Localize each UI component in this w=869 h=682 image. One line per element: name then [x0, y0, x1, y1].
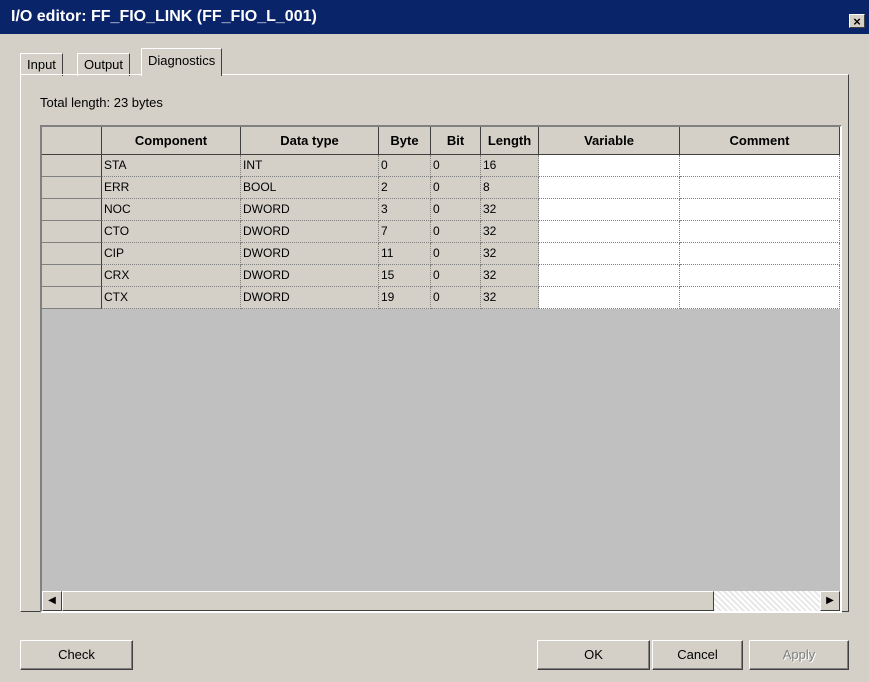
cell-variable[interactable] [539, 155, 680, 177]
column-header-comment[interactable]: Comment [680, 127, 840, 155]
cell-byte: 0 [379, 155, 431, 177]
window-title: I/O editor: FF_FIO_LINK (FF_FIO_L_001) [11, 8, 317, 25]
cell-bit: 0 [431, 243, 481, 265]
grid-corner [42, 127, 102, 155]
cancel-button-label: Cancel [677, 647, 718, 662]
column-header-variable[interactable]: Variable [539, 127, 680, 155]
ok-button-label: OK [584, 647, 603, 662]
cell-comment[interactable] [680, 199, 840, 221]
column-header-length[interactable]: Length [481, 127, 539, 155]
check-button-label: Check [58, 647, 95, 662]
cell-data-type: DWORD [241, 287, 379, 309]
row-header[interactable] [42, 243, 102, 265]
row-header[interactable] [42, 287, 102, 309]
arrow-right-icon: ▶ [826, 595, 834, 606]
cell-component: CTX [102, 287, 241, 309]
cell-data-type: DWORD [241, 243, 379, 265]
row-header[interactable] [42, 177, 102, 199]
cell-byte: 19 [379, 287, 431, 309]
cell-byte: 11 [379, 243, 431, 265]
cell-data-type: INT [241, 155, 379, 177]
cell-variable[interactable] [539, 177, 680, 199]
cell-data-type: BOOL [241, 177, 379, 199]
cell-byte: 7 [379, 221, 431, 243]
cell-bit: 0 [431, 199, 481, 221]
cell-component: NOC [102, 199, 241, 221]
row-header[interactable] [42, 265, 102, 287]
apply-button: Apply [749, 640, 849, 670]
row-header[interactable] [42, 221, 102, 243]
cell-bit: 0 [431, 177, 481, 199]
ok-button[interactable]: OK [537, 640, 650, 670]
scroll-track[interactable] [714, 591, 820, 611]
cell-variable[interactable] [539, 265, 680, 287]
arrow-left-icon: ◀ [48, 595, 56, 606]
cell-length: 32 [481, 199, 539, 221]
cell-data-type: DWORD [241, 221, 379, 243]
cell-length: 8 [481, 177, 539, 199]
horizontal-scrollbar[interactable]: ◀ ▶ [42, 591, 840, 611]
cell-comment[interactable] [680, 221, 840, 243]
cell-comment[interactable] [680, 287, 840, 309]
cell-length: 32 [481, 243, 539, 265]
cell-data-type: DWORD [241, 199, 379, 221]
cell-variable[interactable] [539, 287, 680, 309]
cell-component: ERR [102, 177, 241, 199]
cell-component: CRX [102, 265, 241, 287]
cell-length: 32 [481, 221, 539, 243]
tab-output[interactable]: Output [77, 53, 131, 76]
cell-bit: 0 [431, 265, 481, 287]
tab-diagnostics[interactable]: Diagnostics [141, 48, 223, 76]
cell-component: CTO [102, 221, 241, 243]
scroll-right-button[interactable]: ▶ [820, 591, 840, 611]
cell-length: 32 [481, 287, 539, 309]
column-header-component[interactable]: Component [102, 127, 241, 155]
column-header-byte[interactable]: Byte [379, 127, 431, 155]
cell-byte: 15 [379, 265, 431, 287]
tab-input[interactable]: Input [20, 53, 63, 76]
cancel-button[interactable]: Cancel [652, 640, 743, 670]
cell-comment[interactable] [680, 265, 840, 287]
total-length-label: Total length: 23 bytes [40, 95, 163, 110]
column-header-bit[interactable]: Bit [431, 127, 481, 155]
scroll-left-button[interactable]: ◀ [42, 591, 62, 611]
cell-bit: 0 [431, 155, 481, 177]
cell-bit: 0 [431, 221, 481, 243]
check-button[interactable]: Check [20, 640, 133, 670]
cell-component: CIP [102, 243, 241, 265]
cell-component: STA [102, 155, 241, 177]
row-header[interactable] [42, 199, 102, 221]
cell-variable[interactable] [539, 199, 680, 221]
data-grid: Component Data type Byte Bit Length Variable C… [40, 125, 842, 613]
cell-comment[interactable] [680, 177, 840, 199]
scroll-thumb[interactable] [62, 591, 714, 611]
cell-byte: 2 [379, 177, 431, 199]
title-bar: I/O editor: FF_FIO_LINK (FF_FIO_L_001) × [0, 0, 869, 34]
cell-data-type: DWORD [241, 265, 379, 287]
cell-bit: 0 [431, 287, 481, 309]
column-header-data-type[interactable]: Data type [241, 127, 379, 155]
close-button[interactable]: × [849, 14, 865, 29]
cell-comment[interactable] [680, 243, 840, 265]
cell-byte: 3 [379, 199, 431, 221]
row-header[interactable] [42, 155, 102, 177]
cell-variable[interactable] [539, 243, 680, 265]
apply-button-label: Apply [782, 647, 816, 662]
close-icon: × [853, 14, 861, 29]
cell-length: 32 [481, 265, 539, 287]
cell-length: 16 [481, 155, 539, 177]
cell-variable[interactable] [539, 221, 680, 243]
cell-comment[interactable] [680, 155, 840, 177]
